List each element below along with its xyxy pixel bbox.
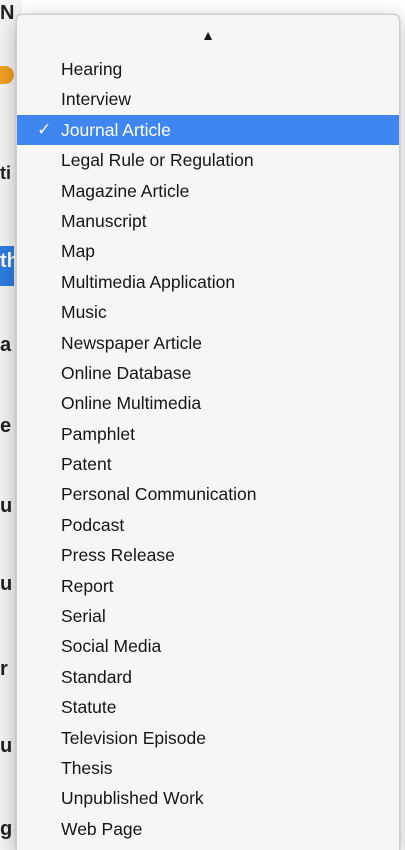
background-text-fragment: N [0, 2, 15, 24]
background-text-fragment: u [0, 495, 13, 517]
menu-item-interview[interactable]: Interview [17, 84, 399, 114]
menu-item-journal-article[interactable]: ✓ Journal Article [17, 114, 399, 146]
menu-item-newspaper-article[interactable]: Newspaper Article [17, 328, 399, 358]
menu-item-label: Online Database [61, 362, 192, 383]
menu-item-label: Press Release [61, 545, 175, 566]
menu-item-hearing[interactable]: Hearing [17, 54, 399, 84]
background-text-fragment: r [0, 658, 8, 680]
menu-item-label: Legal Rule or Regulation [61, 150, 254, 171]
menu-item-label: Interview [61, 89, 132, 110]
background-text-fragment: ti [0, 163, 11, 183]
menu-item-social-media[interactable]: Social Media [17, 631, 399, 661]
menu-item-label: Magazine Article [61, 180, 190, 201]
menu-item-label: Newspaper Article [61, 332, 203, 353]
background-text-fragment: g [0, 818, 13, 840]
menu-item-label: Standard [61, 666, 133, 687]
menu-item-label: Web Page [61, 818, 143, 839]
menu-item-legal-rule-or-regulation[interactable]: Legal Rule or Regulation [17, 145, 399, 175]
menu-item-label: Online Multimedia [61, 393, 202, 414]
menu-item-standard[interactable]: Standard [17, 662, 399, 692]
menu-item-report[interactable]: Report [17, 571, 399, 601]
menu-item-press-release[interactable]: Press Release [17, 540, 399, 570]
scroll-up-arrow-icon[interactable]: ▲ [17, 25, 399, 45]
background-text-fragment: u [0, 735, 13, 757]
menu-item-label: Serial [61, 606, 106, 627]
menu-item-serial[interactable]: Serial [17, 601, 399, 631]
menu-item-label: Thesis [61, 757, 113, 778]
menu-item-label: Podcast [61, 514, 125, 535]
menu-item-label: Television Episode [61, 727, 206, 748]
background-text-fragment: a [0, 334, 12, 356]
checkmark-icon: ✓ [37, 119, 52, 139]
item-type-dropdown-menu[interactable]: ▲ Hearing Interview ✓ Journal Article Legal … [16, 14, 400, 850]
menu-item-multimedia-application[interactable]: Multimedia Application [17, 267, 399, 297]
menu-item-list: Hearing Interview ✓ Journal Article Legal Ru… [17, 54, 399, 844]
menu-item-label: Pamphlet [61, 423, 135, 444]
menu-item-label: Journal Article [61, 119, 171, 140]
background-text-fragment: e [0, 415, 12, 437]
menu-item-online-multimedia[interactable]: Online Multimedia [17, 388, 399, 418]
background-text-fragment: u [0, 573, 13, 595]
menu-item-manuscript[interactable]: Manuscript [17, 206, 399, 236]
menu-item-label: Patent [61, 454, 112, 475]
menu-item-music[interactable]: Music [17, 297, 399, 327]
menu-item-label: Hearing [61, 59, 123, 79]
menu-item-map[interactable]: Map [17, 236, 399, 266]
menu-item-online-database[interactable]: Online Database [17, 358, 399, 388]
menu-item-personal-communication[interactable]: Personal Communication [17, 479, 399, 509]
menu-item-patent[interactable]: Patent [17, 449, 399, 479]
menu-item-label: Unpublished Work [61, 788, 204, 809]
menu-item-pamphlet[interactable]: Pamphlet [17, 419, 399, 449]
menu-item-television-episode[interactable]: Television Episode [17, 723, 399, 753]
menu-item-label: Manuscript [61, 210, 147, 231]
menu-item-thesis[interactable]: Thesis [17, 753, 399, 783]
menu-item-label: Statute [61, 697, 117, 718]
menu-item-label: Personal Communication [61, 484, 257, 505]
menu-item-unpublished-work[interactable]: Unpublished Work [17, 783, 399, 813]
menu-item-label: Social Media [61, 636, 162, 657]
menu-item-label: Map [61, 241, 96, 262]
menu-item-label: Multimedia Application [61, 271, 236, 292]
menu-item-magazine-article[interactable]: Magazine Article [17, 176, 399, 206]
background-accent-shape [0, 66, 14, 84]
menu-item-label: Music [61, 302, 107, 323]
menu-item-web-page[interactable]: Web Page [17, 814, 399, 844]
menu-item-label: Report [61, 575, 114, 596]
menu-item-podcast[interactable]: Podcast [17, 510, 399, 540]
menu-item-statute[interactable]: Statute [17, 692, 399, 722]
